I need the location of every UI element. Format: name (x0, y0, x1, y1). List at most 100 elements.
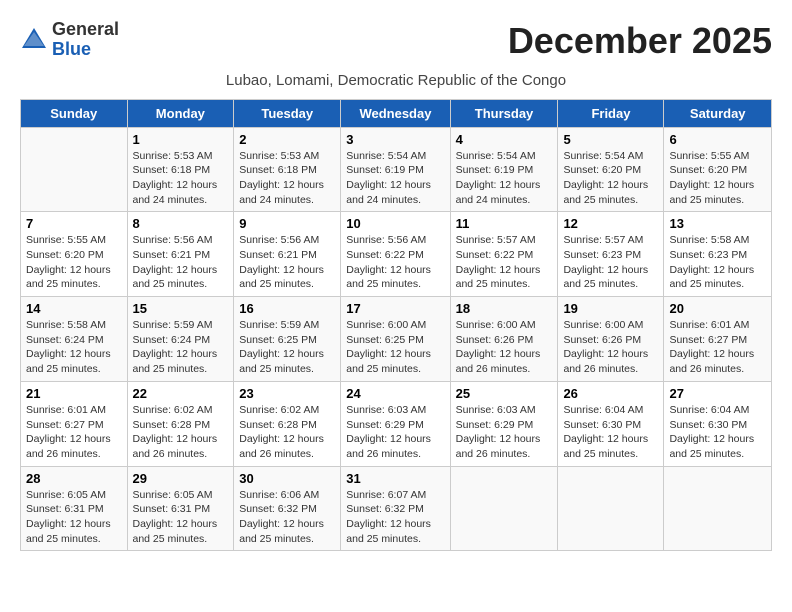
day-number: 27 (669, 386, 766, 401)
day-number: 5 (563, 132, 658, 147)
day-info: Sunrise: 6:00 AM Sunset: 6:25 PM Dayligh… (346, 318, 444, 377)
day-number: 30 (239, 471, 335, 486)
day-info: Sunrise: 5:55 AM Sunset: 6:20 PM Dayligh… (26, 233, 122, 292)
calendar-cell: 15 Sunrise: 5:59 AM Sunset: 6:24 PM Dayli… (127, 297, 234, 382)
day-info: Sunrise: 6:05 AM Sunset: 6:31 PM Dayligh… (133, 488, 229, 547)
day-info: Sunrise: 6:05 AM Sunset: 6:31 PM Dayligh… (26, 488, 122, 547)
calendar-cell: 21 Sunrise: 6:01 AM Sunset: 6:27 PM Dayli… (21, 381, 128, 466)
calendar-cell: 1 Sunrise: 5:53 AM Sunset: 6:18 PM Daylig… (127, 127, 234, 212)
day-info: Sunrise: 5:54 AM Sunset: 6:20 PM Dayligh… (563, 149, 658, 208)
month-title-section: December 2025 (508, 20, 772, 62)
day-number: 3 (346, 132, 444, 147)
weekday-header-tuesday: Tuesday (234, 99, 341, 127)
calendar-week-1: 1 Sunrise: 5:53 AM Sunset: 6:18 PM Daylig… (21, 127, 772, 212)
day-number: 15 (133, 301, 229, 316)
calendar-week-3: 14Sunrise: 5:58 AM Sunset: 6:24 PM Dayli… (21, 297, 772, 382)
calendar-cell (21, 127, 128, 212)
calendar-week-5: 28Sunrise: 6:05 AM Sunset: 6:31 PM Dayli… (21, 466, 772, 551)
day-info: Sunrise: 6:06 AM Sunset: 6:32 PM Dayligh… (239, 488, 335, 547)
weekday-header-sunday: Sunday (21, 99, 128, 127)
day-number: 9 (239, 216, 335, 231)
day-info: Sunrise: 5:56 AM Sunset: 6:22 PM Dayligh… (346, 233, 444, 292)
day-number: 26 (563, 386, 658, 401)
day-info: Sunrise: 6:00 AM Sunset: 6:26 PM Dayligh… (456, 318, 553, 377)
calendar-cell: 16Sunrise: 5:59 AM Sunset: 6:25 PM Dayli… (234, 297, 341, 382)
weekday-header-row: SundayMondayTuesdayWednesdayThursdayFrid… (21, 99, 772, 127)
logo: General Blue (20, 20, 119, 60)
day-number: 17 (346, 301, 444, 316)
day-info: Sunrise: 6:00 AM Sunset: 6:26 PM Dayligh… (563, 318, 658, 377)
day-info: Sunrise: 6:03 AM Sunset: 6:29 PM Dayligh… (456, 403, 553, 462)
day-info: Sunrise: 5:56 AM Sunset: 6:21 PM Dayligh… (133, 233, 229, 292)
calendar-cell (558, 466, 664, 551)
calendar-cell: 8 Sunrise: 5:56 AM Sunset: 6:21 PM Daylig… (127, 212, 234, 297)
calendar-cell (450, 466, 558, 551)
day-number: 20 (669, 301, 766, 316)
day-info: Sunrise: 6:02 AM Sunset: 6:28 PM Dayligh… (133, 403, 229, 462)
calendar-cell: 19 Sunrise: 6:00 AM Sunset: 6:26 PM Dayli… (558, 297, 664, 382)
weekday-header-wednesday: Wednesday (341, 99, 450, 127)
day-number: 14 (26, 301, 122, 316)
logo-general-text: General (52, 20, 119, 40)
calendar-cell: 11Sunrise: 5:57 AM Sunset: 6:22 PM Dayli… (450, 212, 558, 297)
day-number: 25 (456, 386, 553, 401)
day-info: Sunrise: 5:57 AM Sunset: 6:23 PM Dayligh… (563, 233, 658, 292)
day-number: 2 (239, 132, 335, 147)
calendar-cell: 30 Sunrise: 6:06 AM Sunset: 6:32 PM Dayli… (234, 466, 341, 551)
day-number: 31 (346, 471, 444, 486)
day-number: 4 (456, 132, 553, 147)
weekday-header-thursday: Thursday (450, 99, 558, 127)
weekday-header-saturday: Saturday (664, 99, 772, 127)
day-info: Sunrise: 5:53 AM Sunset: 6:18 PM Dayligh… (239, 149, 335, 208)
calendar-table: SundayMondayTuesdayWednesdayThursdayFrid… (20, 99, 772, 552)
day-info: Sunrise: 6:04 AM Sunset: 6:30 PM Dayligh… (563, 403, 658, 462)
day-info: Sunrise: 5:53 AM Sunset: 6:18 PM Dayligh… (133, 149, 229, 208)
day-info: Sunrise: 5:56 AM Sunset: 6:21 PM Dayligh… (239, 233, 335, 292)
calendar-cell: 5 Sunrise: 5:54 AM Sunset: 6:20 PM Daylig… (558, 127, 664, 212)
calendar-cell: 25 Sunrise: 6:03 AM Sunset: 6:29 PM Dayli… (450, 381, 558, 466)
calendar-cell: 7Sunrise: 5:55 AM Sunset: 6:20 PM Daylig… (21, 212, 128, 297)
day-info: Sunrise: 5:55 AM Sunset: 6:20 PM Dayligh… (669, 149, 766, 208)
calendar-cell: 14Sunrise: 5:58 AM Sunset: 6:24 PM Dayli… (21, 297, 128, 382)
day-number: 1 (133, 132, 229, 147)
day-info: Sunrise: 5:59 AM Sunset: 6:24 PM Dayligh… (133, 318, 229, 377)
day-info: Sunrise: 6:01 AM Sunset: 6:27 PM Dayligh… (669, 318, 766, 377)
day-info: Sunrise: 5:58 AM Sunset: 6:23 PM Dayligh… (669, 233, 766, 292)
calendar-cell: 4Sunrise: 5:54 AM Sunset: 6:19 PM Daylig… (450, 127, 558, 212)
day-info: Sunrise: 6:03 AM Sunset: 6:29 PM Dayligh… (346, 403, 444, 462)
logo-icon (20, 26, 48, 54)
day-number: 11 (456, 216, 553, 231)
weekday-header-monday: Monday (127, 99, 234, 127)
calendar-cell: 9 Sunrise: 5:56 AM Sunset: 6:21 PM Daylig… (234, 212, 341, 297)
day-info: Sunrise: 6:02 AM Sunset: 6:28 PM Dayligh… (239, 403, 335, 462)
day-number: 8 (133, 216, 229, 231)
day-number: 13 (669, 216, 766, 231)
day-number: 16 (239, 301, 335, 316)
logo-blue-text: Blue (52, 40, 119, 60)
calendar-cell: 6 Sunrise: 5:55 AM Sunset: 6:20 PM Daylig… (664, 127, 772, 212)
day-number: 19 (563, 301, 658, 316)
day-number: 12 (563, 216, 658, 231)
calendar-cell: 10 Sunrise: 5:56 AM Sunset: 6:22 PM Dayli… (341, 212, 450, 297)
day-number: 6 (669, 132, 766, 147)
calendar-cell: 17 Sunrise: 6:00 AM Sunset: 6:25 PM Dayli… (341, 297, 450, 382)
calendar-cell: 31Sunrise: 6:07 AM Sunset: 6:32 PM Dayli… (341, 466, 450, 551)
weekday-header-friday: Friday (558, 99, 664, 127)
day-number: 10 (346, 216, 444, 231)
day-number: 21 (26, 386, 122, 401)
day-number: 18 (456, 301, 553, 316)
calendar-cell: 27 Sunrise: 6:04 AM Sunset: 6:30 PM Dayli… (664, 381, 772, 466)
day-info: Sunrise: 6:01 AM Sunset: 6:27 PM Dayligh… (26, 403, 122, 462)
calendar-cell: 13 Sunrise: 5:58 AM Sunset: 6:23 PM Dayli… (664, 212, 772, 297)
day-number: 22 (133, 386, 229, 401)
calendar-cell: 3Sunrise: 5:54 AM Sunset: 6:19 PM Daylig… (341, 127, 450, 212)
day-number: 23 (239, 386, 335, 401)
day-number: 29 (133, 471, 229, 486)
month-title: December 2025 (508, 20, 772, 62)
calendar-cell: 22 Sunrise: 6:02 AM Sunset: 6:28 PM Dayli… (127, 381, 234, 466)
calendar-cell: 28Sunrise: 6:05 AM Sunset: 6:31 PM Dayli… (21, 466, 128, 551)
calendar-cell: 2 Sunrise: 5:53 AM Sunset: 6:18 PM Daylig… (234, 127, 341, 212)
calendar-week-4: 21 Sunrise: 6:01 AM Sunset: 6:27 PM Dayli… (21, 381, 772, 466)
day-info: Sunrise: 6:04 AM Sunset: 6:30 PM Dayligh… (669, 403, 766, 462)
calendar-cell (664, 466, 772, 551)
